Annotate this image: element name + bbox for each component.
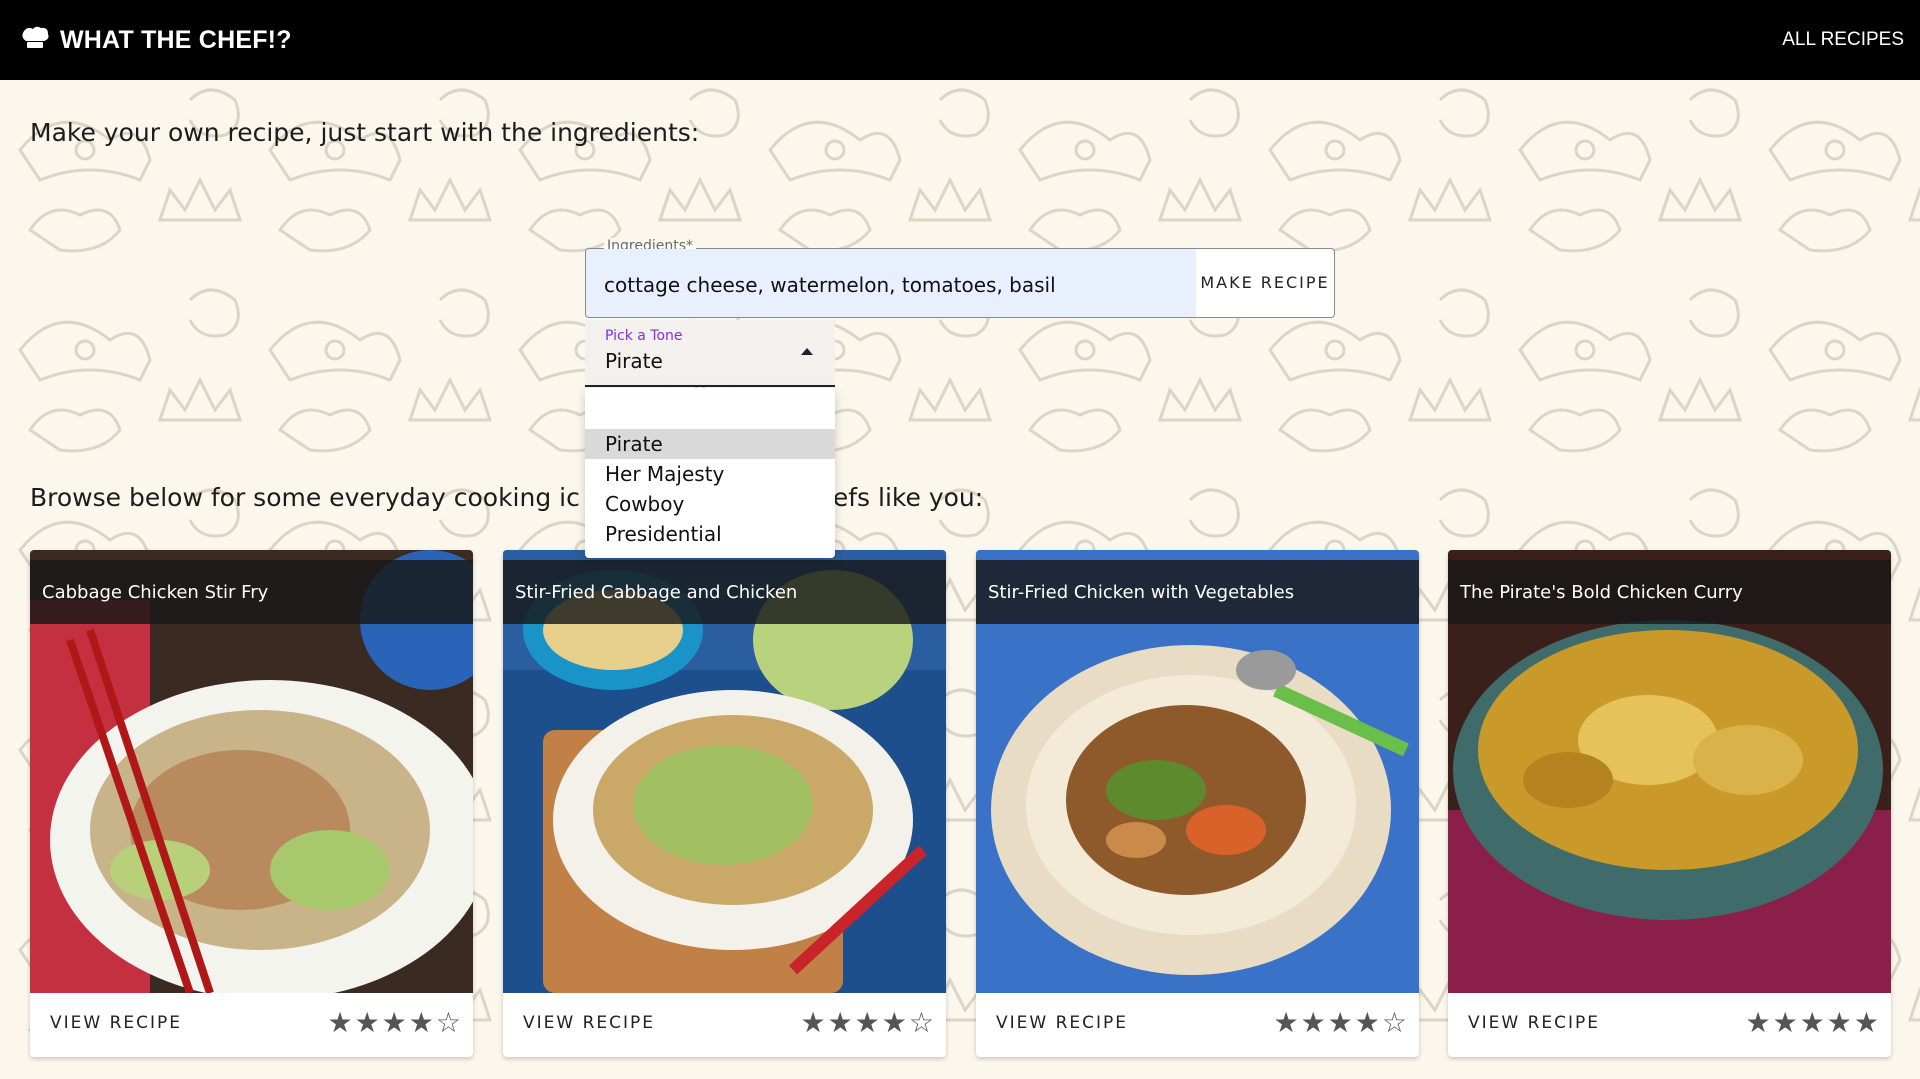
star-outline-icon[interactable]: ☆ [909, 1007, 934, 1039]
view-recipe-button[interactable]: VIEW RECIPE [50, 1013, 182, 1033]
recipe-card: Stir-Fried Chicken with Vegetables VIEW … [976, 550, 1419, 1057]
browse-text: Browse below for some everyday cooking i… [30, 483, 983, 512]
rating-stars: ★ ★ ★ ★ ★ [1745, 1007, 1879, 1039]
ingredients-field: Ingredients* MAKE RECIPE [585, 238, 1335, 318]
app-bar: WHAT THE CHEF!? ALL RECIPES [0, 0, 1920, 80]
star-filled-icon[interactable]: ★ [1827, 1007, 1852, 1039]
browse-text-right: efs like you: [832, 483, 984, 512]
tone-option-her-majesty[interactable]: Her Majesty [585, 459, 835, 489]
rating-stars: ★ ★ ★ ★ ☆ [800, 1007, 934, 1039]
recipe-title: The Pirate's Bold Chicken Curry [1448, 560, 1891, 624]
star-filled-icon[interactable]: ★ [1301, 1007, 1326, 1039]
star-outline-icon[interactable]: ☆ [1382, 1007, 1407, 1039]
make-recipe-button[interactable]: MAKE RECIPE [1196, 249, 1334, 317]
star-filled-icon[interactable]: ★ [1273, 1007, 1298, 1039]
view-recipe-button[interactable]: VIEW RECIPE [523, 1013, 655, 1033]
recipe-title: Stir-Fried Chicken with Vegetables [976, 560, 1419, 624]
tone-menu: Pirate Her Majesty Cowboy Presidential [585, 388, 835, 558]
star-filled-icon[interactable]: ★ [382, 1007, 407, 1039]
chef-hat-icon [20, 25, 50, 55]
tone-label: Pick a Tone [605, 328, 683, 344]
rating-stars: ★ ★ ★ ★ ☆ [1273, 1007, 1407, 1039]
recipe-title: Stir-Fried Cabbage and Chicken [503, 560, 946, 624]
card-actions: VIEW RECIPE ★ ★ ★ ★ ★ [1448, 993, 1891, 1057]
star-filled-icon[interactable]: ★ [1745, 1007, 1770, 1039]
view-recipe-button[interactable]: VIEW RECIPE [1468, 1013, 1600, 1033]
star-filled-icon[interactable]: ★ [800, 1007, 825, 1039]
tone-value: Pirate [605, 349, 663, 373]
star-filled-icon[interactable]: ★ [1355, 1007, 1380, 1039]
tone-option-presidential[interactable]: Presidential [585, 519, 835, 549]
star-filled-icon[interactable]: ★ [1800, 1007, 1825, 1039]
star-filled-icon[interactable]: ★ [1328, 1007, 1353, 1039]
recipe-title: Cabbage Chicken Stir Fry [30, 560, 473, 624]
card-actions: VIEW RECIPE ★ ★ ★ ★ ☆ [503, 993, 946, 1057]
recipe-card: Stir-Fried Cabbage and Chicken VIEW RECI… [503, 550, 946, 1057]
recipe-card: The Pirate's Bold Chicken Curry VIEW REC… [1448, 550, 1891, 1057]
star-filled-icon[interactable]: ★ [882, 1007, 907, 1039]
brand[interactable]: WHAT THE CHEF!? [20, 0, 292, 80]
ingredients-input[interactable] [586, 249, 1196, 317]
rating-stars: ★ ★ ★ ★ ☆ [327, 1007, 461, 1039]
tone-option-cowboy[interactable]: Cowboy [585, 489, 835, 519]
star-filled-icon[interactable]: ★ [327, 1007, 352, 1039]
star-filled-icon[interactable]: ★ [409, 1007, 434, 1039]
star-filled-icon[interactable]: ★ [1854, 1007, 1879, 1039]
card-actions: VIEW RECIPE ★ ★ ★ ★ ☆ [976, 993, 1419, 1057]
star-filled-icon[interactable]: ★ [828, 1007, 853, 1039]
star-filled-icon[interactable]: ★ [355, 1007, 380, 1039]
star-filled-icon[interactable]: ★ [1773, 1007, 1798, 1039]
brand-title: WHAT THE CHEF!? [60, 25, 292, 54]
tone-select[interactable]: Pick a Tone Pirate [585, 320, 835, 387]
star-filled-icon[interactable]: ★ [855, 1007, 880, 1039]
intro-text: Make your own recipe, just start with th… [30, 118, 700, 147]
card-actions: VIEW RECIPE ★ ★ ★ ★ ☆ [30, 993, 473, 1057]
browse-text-left: Browse below for some everyday cooking i… [30, 483, 580, 512]
tone-option-pirate[interactable]: Pirate [585, 429, 835, 459]
all-recipes-link[interactable]: ALL RECIPES [1782, 0, 1904, 80]
star-outline-icon[interactable]: ☆ [436, 1007, 461, 1039]
recipe-card: Cabbage Chicken Stir Fry VIEW RECIPE ★ ★… [30, 550, 473, 1057]
caret-up-icon [801, 348, 813, 355]
view-recipe-button[interactable]: VIEW RECIPE [996, 1013, 1128, 1033]
